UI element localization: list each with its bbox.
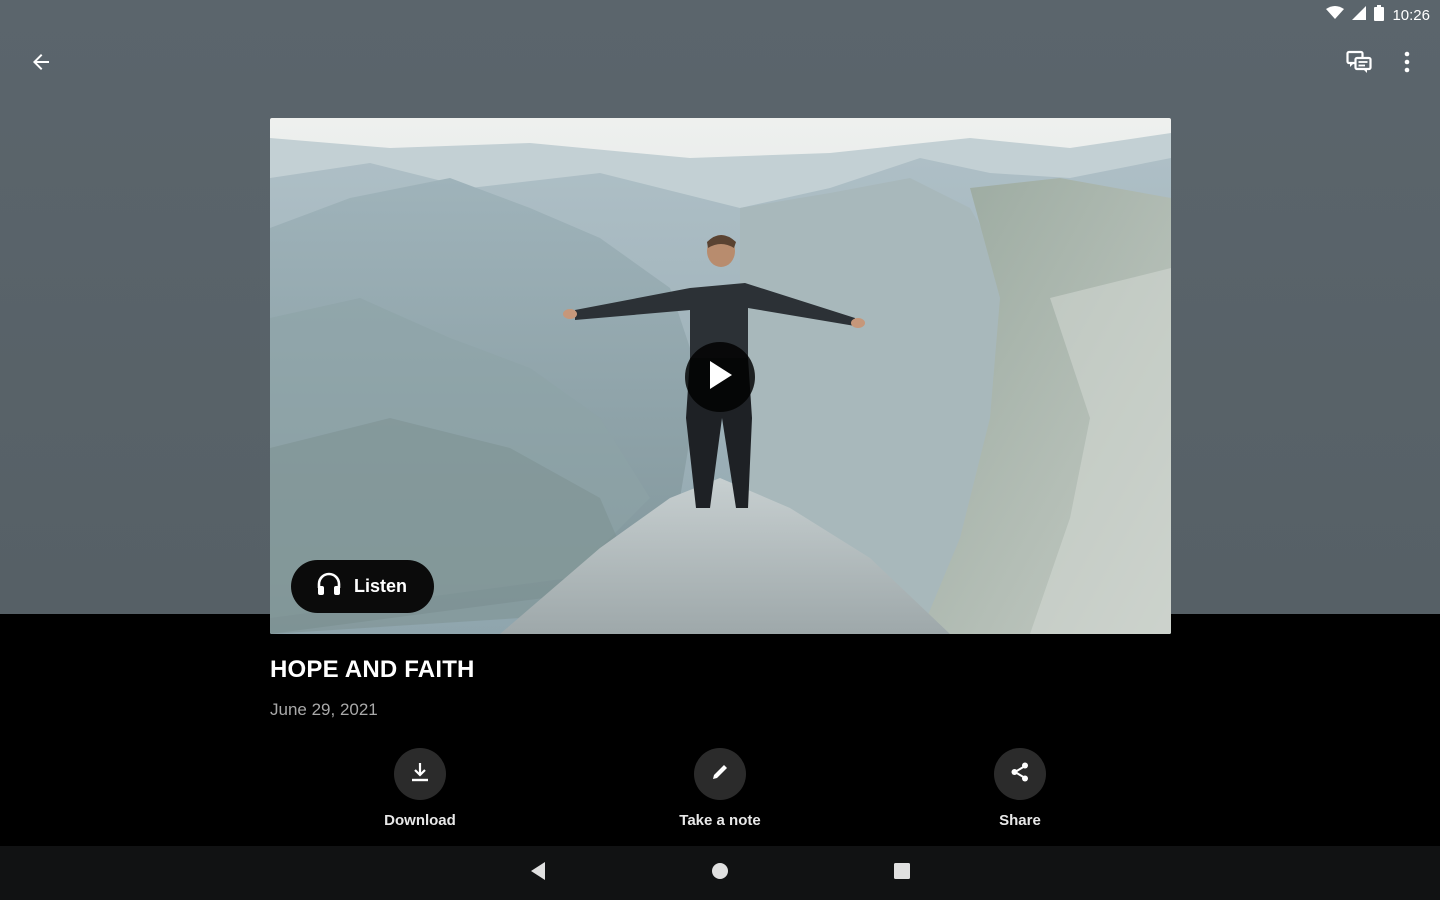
take-note-circle	[694, 748, 746, 800]
back-button[interactable]	[17, 40, 65, 88]
nav-recents-icon	[893, 862, 911, 885]
system-nav-bar	[0, 846, 1440, 900]
media-thumbnail[interactable]: Listen	[270, 118, 1171, 634]
play-button[interactable]	[685, 342, 755, 412]
download-button[interactable]: Download	[340, 748, 500, 829]
chat-bubbles-icon	[1346, 50, 1372, 79]
more-vertical-icon	[1404, 51, 1410, 78]
take-note-button[interactable]: Take a note	[640, 748, 800, 829]
discussion-button[interactable]	[1335, 40, 1383, 88]
nav-recents-button[interactable]	[882, 853, 922, 893]
listen-button[interactable]: Listen	[291, 560, 434, 613]
play-icon	[707, 360, 733, 395]
wifi-icon	[1326, 6, 1345, 24]
arrow-left-icon	[29, 50, 53, 79]
nav-back-button[interactable]	[518, 853, 558, 893]
download-icon	[409, 761, 431, 788]
nav-home-button[interactable]	[700, 853, 740, 893]
nav-back-icon	[529, 861, 547, 886]
more-options-button[interactable]	[1383, 40, 1431, 88]
download-circle	[394, 748, 446, 800]
nav-home-icon	[711, 862, 729, 885]
status-bar: 10:26	[1326, 0, 1440, 30]
publish-date: June 29, 2021	[270, 700, 378, 719]
share-icon	[1009, 761, 1031, 788]
share-button[interactable]: Share	[940, 748, 1100, 829]
status-time: 10:26	[1392, 6, 1430, 24]
page-title: HOPE AND FAITH	[270, 656, 475, 683]
share-label: Share	[999, 812, 1041, 829]
headphones-icon	[316, 571, 342, 602]
battery-icon	[1374, 5, 1385, 25]
app-bar	[0, 34, 1440, 94]
share-circle	[994, 748, 1046, 800]
take-note-label: Take a note	[679, 812, 761, 829]
signal-icon	[1352, 6, 1367, 24]
download-label: Download	[384, 812, 456, 829]
pencil-icon	[710, 762, 730, 787]
listen-label: Listen	[354, 576, 408, 596]
